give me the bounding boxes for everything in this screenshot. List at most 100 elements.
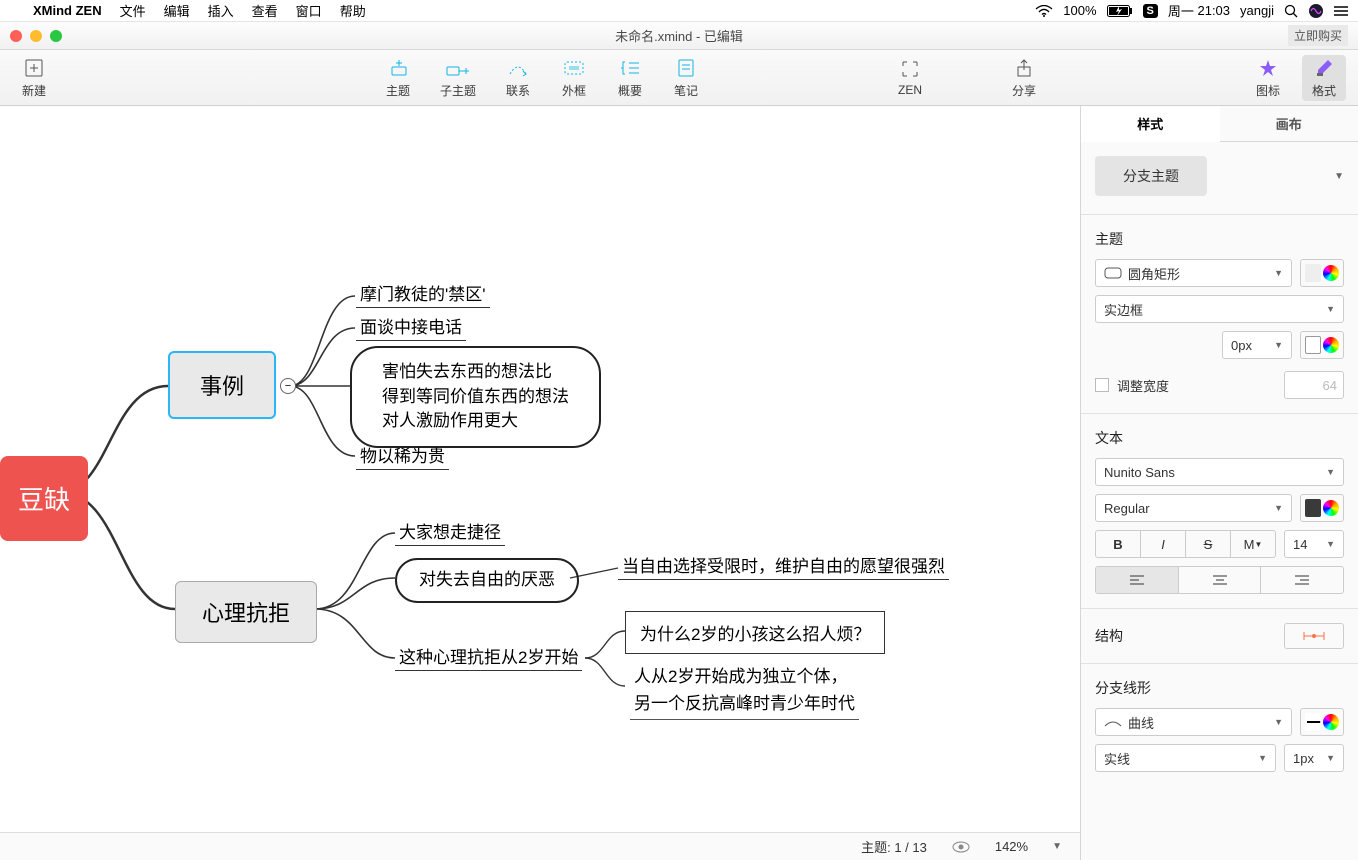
leaf-case-3[interactable]: 害怕失去东西的想法比 得到等同价值东西的想法 对人激励作用更大 <box>350 346 601 448</box>
section-topic: 主题 <box>1095 229 1344 249</box>
line-style-select[interactable]: 实线▼ <box>1095 744 1276 772</box>
mac-menubar: XMind ZEN 文件 编辑 插入 查看 窗口 帮助 100% S 周一 21… <box>0 0 1358 22</box>
summary-button[interactable]: 概要 <box>608 55 652 101</box>
leaf-resist-3[interactable]: 这种心理抗拒从2岁开始 <box>395 641 582 671</box>
note-icon <box>676 57 696 79</box>
topic-icon <box>387 57 409 79</box>
color-wheel-icon <box>1323 265 1339 281</box>
menu-insert[interactable]: 插入 <box>199 1 243 20</box>
border-color-swatch[interactable] <box>1300 331 1344 359</box>
zen-icon <box>900 58 920 80</box>
share-icon <box>1014 57 1034 79</box>
node-resist[interactable]: 心理抗拒 <box>175 581 317 643</box>
relation-button[interactable]: 联系 <box>496 55 540 101</box>
window-title: 未命名.xmind - 已编辑 <box>0 26 1358 45</box>
buy-now-button[interactable]: 立即购买 <box>1288 25 1348 46</box>
font-size-select[interactable]: 14▼ <box>1284 530 1344 558</box>
adjust-width-checkbox[interactable] <box>1095 378 1109 392</box>
node-case[interactable]: 事例 <box>168 351 276 419</box>
boundary-button[interactable]: 外框 <box>552 55 596 101</box>
strike-button[interactable]: S <box>1186 531 1231 557</box>
close-window-button[interactable] <box>10 30 22 42</box>
summary-icon <box>619 57 641 79</box>
leaf-resist-2a[interactable]: 当自由选择受限时，维护自由的愿望很强烈 <box>618 550 949 580</box>
new-button[interactable]: 新建 <box>12 55 56 101</box>
fullscreen-window-button[interactable] <box>50 30 62 42</box>
battery-icon[interactable] <box>1107 5 1133 17</box>
leaf-case-2[interactable]: 面谈中接电话 <box>356 311 466 341</box>
app-name[interactable]: XMind ZEN <box>24 3 111 18</box>
section-structure: 结构 <box>1095 626 1276 646</box>
leaf-case-1[interactable]: 摩门教徒的'禁区' <box>356 278 490 308</box>
visibility-icon[interactable] <box>951 840 971 854</box>
relation-icon <box>507 57 529 79</box>
topic-type-chip[interactable]: 分支主题 <box>1095 156 1207 196</box>
leaf-resist-1[interactable]: 大家想走捷径 <box>395 516 505 546</box>
minimize-window-button[interactable] <box>30 30 42 42</box>
connector-lines <box>0 106 1080 836</box>
italic-button[interactable]: I <box>1141 531 1186 557</box>
new-label: 新建 <box>22 82 46 99</box>
align-left-button[interactable] <box>1096 567 1179 593</box>
tab-style[interactable]: 样式 <box>1081 106 1220 142</box>
format-button[interactable]: 格式 <box>1302 55 1346 101</box>
titlebar: 未命名.xmind - 已编辑 立即购买 <box>0 22 1358 50</box>
tab-canvas[interactable]: 画布 <box>1220 106 1358 142</box>
icons-button[interactable]: 图标 <box>1246 55 1290 101</box>
share-button[interactable]: 分享 <box>1002 55 1046 101</box>
case-button[interactable]: M ▼ <box>1231 531 1275 557</box>
leaf-case-4[interactable]: 物以稀为贵 <box>356 440 449 470</box>
color-wheel-icon <box>1323 500 1339 516</box>
color-wheel-icon <box>1323 714 1339 730</box>
adjust-width-label: 调整宽度 <box>1117 376 1169 395</box>
adjust-width-input[interactable]: 64 <box>1284 371 1344 399</box>
chip-dropdown-icon[interactable]: ▼ <box>1334 171 1344 182</box>
align-right-button[interactable] <box>1261 567 1343 593</box>
wifi-icon[interactable] <box>1035 5 1053 17</box>
topic-count: 1 / 13 <box>894 840 927 855</box>
menu-file[interactable]: 文件 <box>111 1 155 20</box>
menu-window[interactable]: 窗口 <box>287 1 331 20</box>
subtopic-button[interactable]: 子主题 <box>432 55 484 101</box>
format-panel: 样式 画布 分支主题 ▼ 主题 圆角矩形 ▼ 实边框▼ <box>1080 106 1358 860</box>
mindmap-canvas[interactable]: 豆缺 事例 − 摩门教徒的'禁区' 面谈中接电话 害怕失去东西的想法比 得到等同… <box>0 106 1080 860</box>
menu-help[interactable]: 帮助 <box>331 1 375 20</box>
bold-button[interactable]: B <box>1096 531 1141 557</box>
siri-icon[interactable] <box>1308 3 1324 19</box>
spotlight-icon[interactable] <box>1284 4 1298 18</box>
collapse-toggle[interactable]: − <box>280 378 296 394</box>
root-node[interactable]: 豆缺 <box>0 456 88 541</box>
leaf-resist-3b[interactable]: 人从2岁开始成为独立个体， 另一个反抗高峰时青少年时代 <box>630 661 859 720</box>
menu-edit[interactable]: 编辑 <box>155 1 199 20</box>
menu-view[interactable]: 查看 <box>243 1 287 20</box>
leaf-resist-3a[interactable]: 为什么2岁的小孩这么招人烦？ <box>625 611 885 654</box>
star-icon <box>1258 57 1278 79</box>
border-width-select[interactable]: 0px▼ <box>1222 331 1292 359</box>
border-style-select[interactable]: 实边框▼ <box>1095 295 1344 323</box>
zoom-level[interactable]: 142% <box>995 839 1028 854</box>
notifications-icon[interactable] <box>1334 5 1350 17</box>
structure-preview[interactable] <box>1284 623 1344 649</box>
zen-button[interactable]: ZEN <box>888 56 932 99</box>
shape-select[interactable]: 圆角矩形 ▼ <box>1095 259 1292 287</box>
line-width-select[interactable]: 1px▼ <box>1284 744 1344 772</box>
new-icon <box>23 57 45 79</box>
align-center-button[interactable] <box>1179 567 1262 593</box>
line-shape-select[interactable]: 曲线▼ <box>1095 708 1292 736</box>
status-day: 周一 <box>1168 1 1194 20</box>
subtopic-icon <box>446 57 470 79</box>
zoom-dropdown-icon[interactable]: ▼ <box>1052 841 1062 852</box>
font-family-select[interactable]: Nunito Sans▼ <box>1095 458 1344 486</box>
status-time: 21:03 <box>1197 3 1230 18</box>
battery-percent: 100% <box>1063 3 1096 18</box>
topic-button[interactable]: 主题 <box>376 55 420 101</box>
status-user[interactable]: yangji <box>1240 3 1274 18</box>
font-weight-select[interactable]: Regular▼ <box>1095 494 1292 522</box>
ime-icon[interactable]: S <box>1143 4 1158 18</box>
fill-color-swatch[interactable] <box>1300 259 1344 287</box>
boundary-icon <box>563 57 585 79</box>
note-button[interactable]: 笔记 <box>664 55 708 101</box>
line-color-swatch[interactable] <box>1300 708 1344 736</box>
leaf-resist-2[interactable]: 对失去自由的厌恶 <box>395 558 579 603</box>
text-color-swatch[interactable] <box>1300 494 1344 522</box>
